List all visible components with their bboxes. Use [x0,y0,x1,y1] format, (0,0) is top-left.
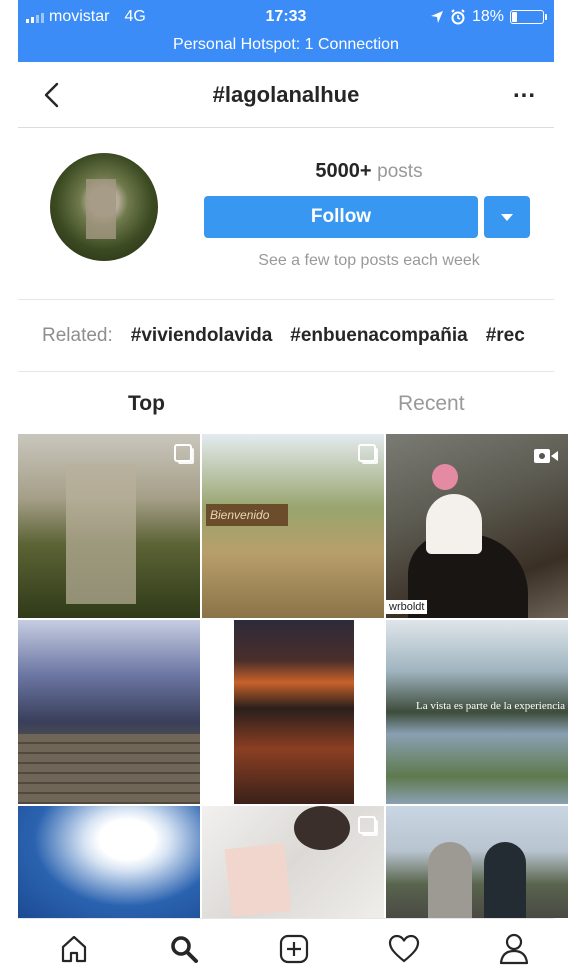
nav-profile[interactable] [494,929,534,969]
bottom-tab-bar [18,918,554,977]
nav-header: #lagolanalhue ... [18,62,554,128]
post-count-value: 5000+ [315,160,372,182]
add-post-icon [279,934,309,964]
related-label: Related: [42,325,113,346]
page-title: #lagolanalhue [212,82,360,107]
post-thumbnail[interactable] [202,620,384,804]
home-icon [61,935,87,963]
post-thumbnail[interactable] [18,806,200,918]
location-icon [430,11,443,23]
post-thumbnail[interactable]: La vista es parte de la experiencia [386,620,568,804]
follow-options-button[interactable] [484,196,530,238]
hotspot-banner[interactable]: Personal Hotspot: 1 Connection [18,36,554,54]
post-thumbnail[interactable]: wrboldt [386,434,568,618]
nav-search[interactable] [164,929,204,969]
follow-button[interactable]: Follow [204,196,478,238]
post-thumbnail[interactable] [18,620,200,804]
video-icon [534,449,558,463]
posts-grid: Bienvenido wrboldt La vista es parte de … [18,434,568,918]
tab-top[interactable]: Top [128,392,165,416]
battery-percent: 18% [471,8,504,25]
follow-hint: See a few top posts each week [258,252,480,269]
search-icon [171,936,198,963]
welcome-sign: Bienvenido [206,504,288,526]
post-thumbnail[interactable]: Bienvenido [202,434,384,618]
status-bar: movistar 4G 17:33 18% Personal Hotspot: … [18,0,554,62]
hashtag-profile: 5000+ posts Follow See a few top posts e… [18,128,554,300]
nav-activity[interactable] [384,929,424,969]
post-count: 5000+ posts [204,160,534,183]
related-tag[interactable]: #enbuenacompañia [290,325,467,347]
related-tags: Related: #viviendolavida #enbuenacompañi… [18,300,554,372]
feed-tabs: Top Recent [18,372,554,434]
hashtag-avatar [50,153,158,261]
battery-icon [510,10,547,24]
post-count-label: posts [377,161,423,182]
profile-icon [499,933,529,965]
related-tag[interactable]: #viviendolavida [131,325,273,347]
alarm-icon [451,9,465,25]
tab-recent[interactable]: Recent [398,392,465,416]
post-thumbnail[interactable] [202,806,384,918]
photo-caption: La vista es parte de la experiencia [416,700,566,712]
chevron-down-icon [501,213,513,221]
post-thumbnail[interactable] [386,806,568,918]
multi-photo-icon [358,444,376,462]
more-options-icon[interactable]: ... [513,76,536,104]
multi-photo-icon [174,444,192,462]
nav-home[interactable] [54,929,94,969]
post-thumbnail[interactable] [18,434,200,618]
related-tag[interactable]: #rec [486,325,525,347]
photo-watermark: wrboldt [386,600,428,614]
multi-photo-icon [358,816,376,834]
heart-icon [388,934,420,963]
nav-add-post[interactable] [274,929,314,969]
